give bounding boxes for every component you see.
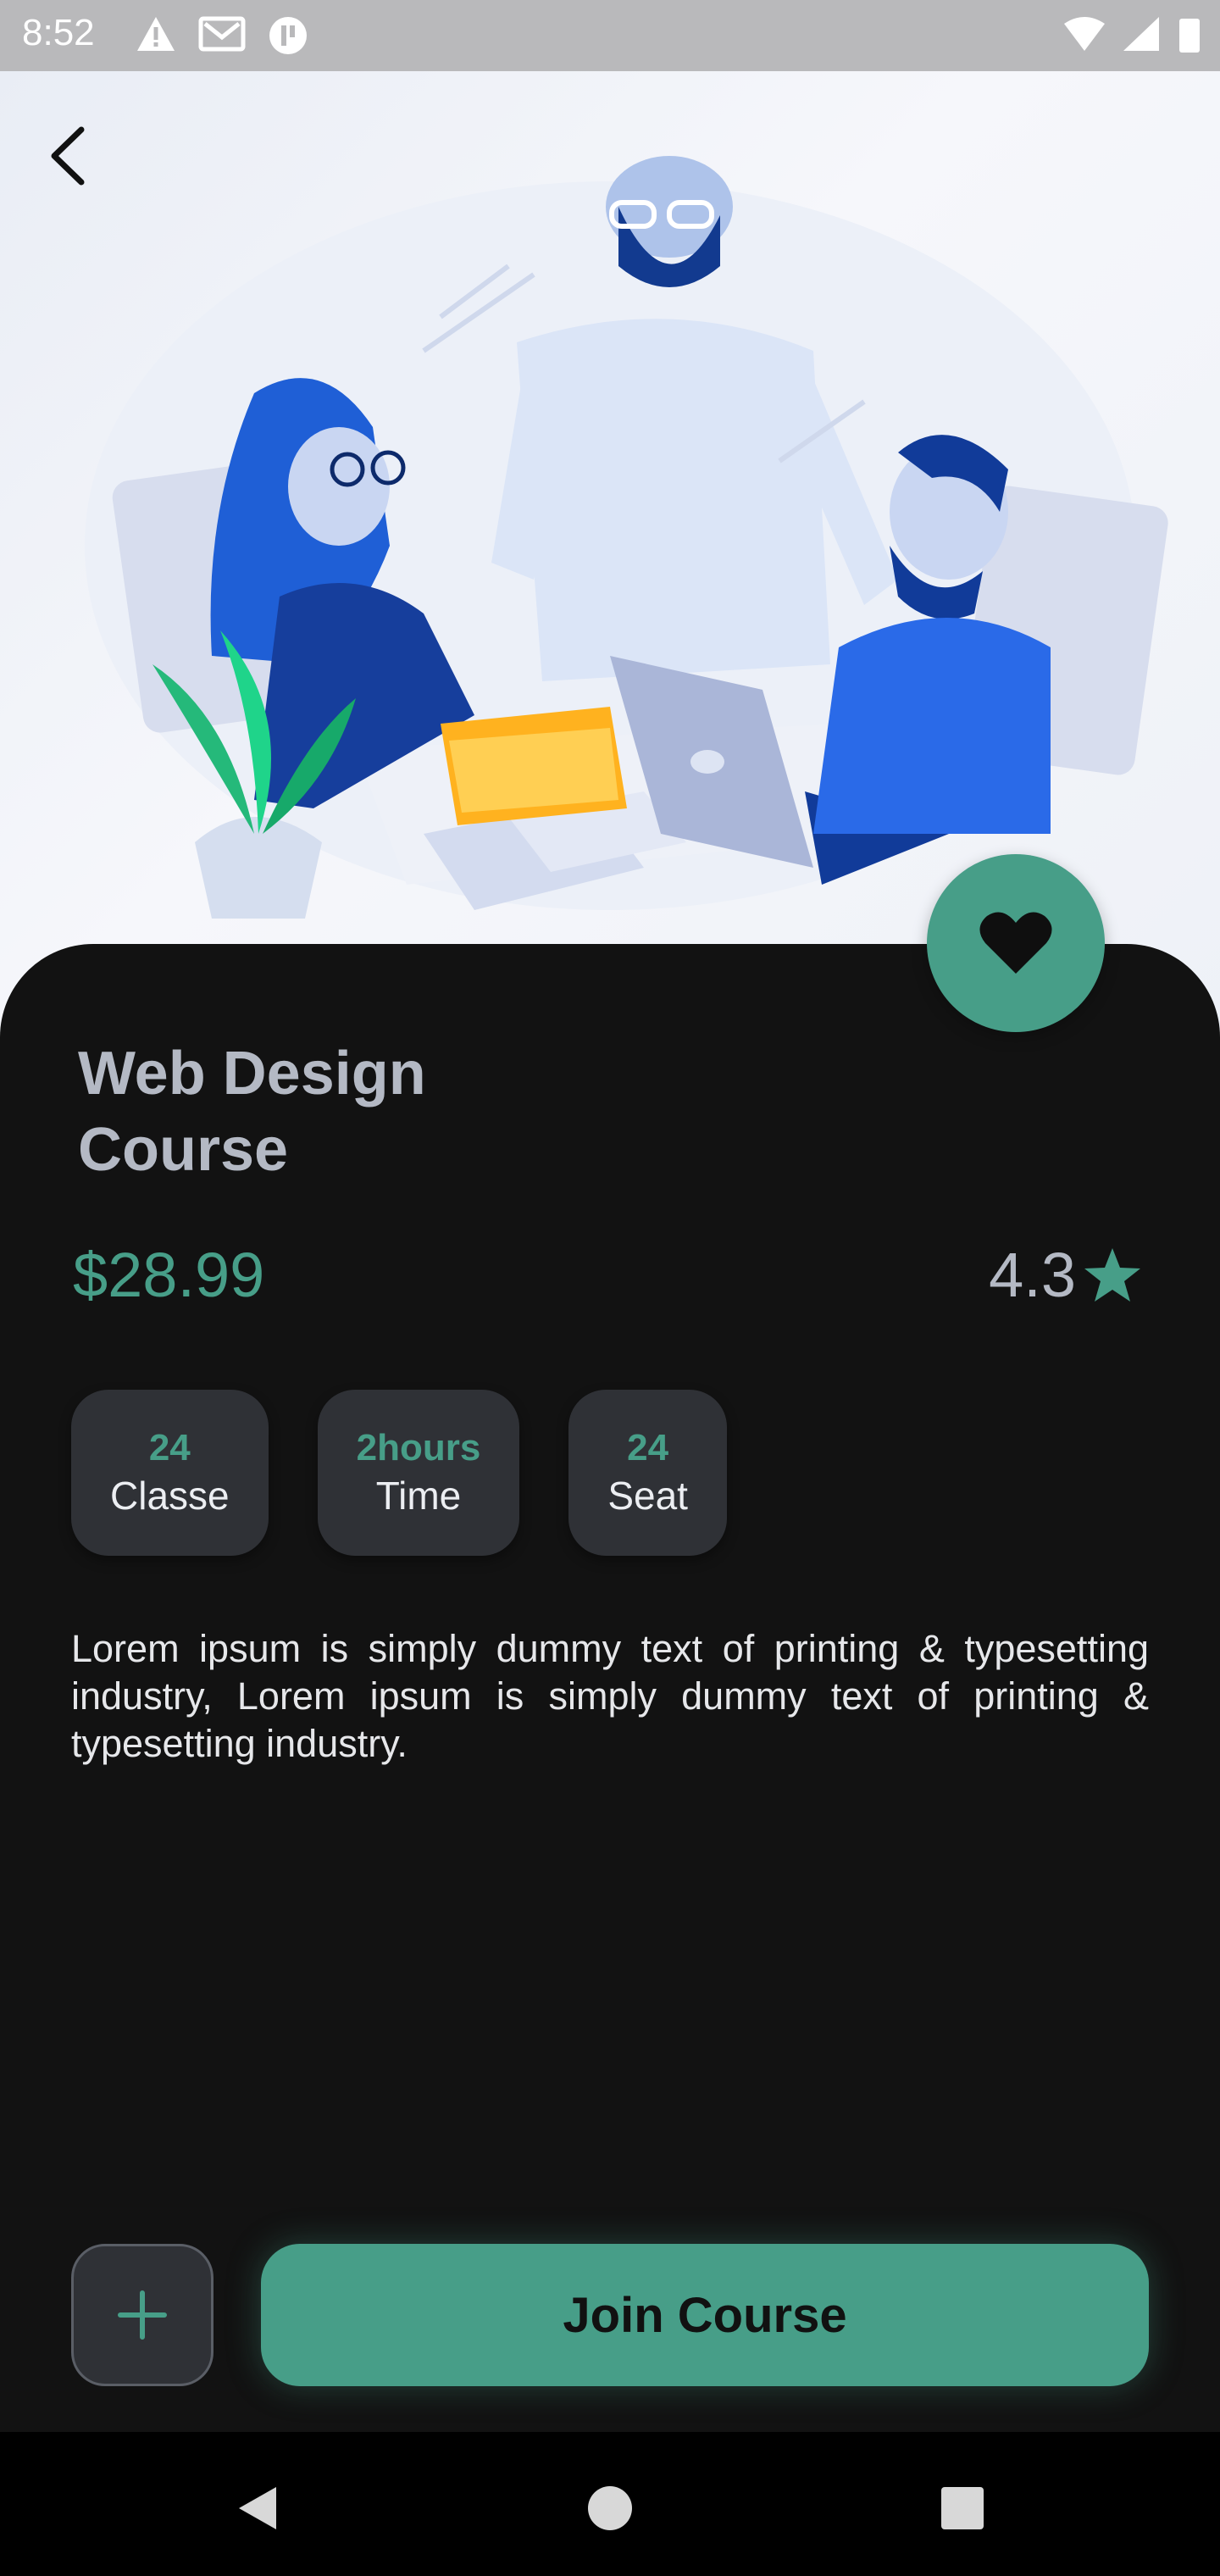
plus-icon (118, 2290, 167, 2340)
mail-icon (198, 16, 246, 52)
stat-value: 2hours (356, 1427, 481, 1468)
stat-label: Classe (110, 1474, 230, 1518)
stat-value: 24 (148, 1427, 191, 1468)
status-time: 8:52 (22, 12, 95, 53)
join-course-button[interactable]: Join Course (261, 2244, 1149, 2386)
nav-home-button[interactable] (583, 2481, 637, 2535)
star-icon (1084, 1247, 1140, 1302)
course-price: $28.99 (73, 1240, 265, 1310)
nav-recents-button[interactable] (935, 2481, 990, 2535)
warning-icon (137, 17, 175, 51)
course-stats: 24 Classe 2hours Time 24 Seat (71, 1390, 727, 1556)
chevron-left-icon (51, 126, 85, 186)
wifi-icon (1064, 17, 1105, 51)
favorite-button[interactable] (927, 854, 1105, 1032)
status-bar: 8:52 (0, 0, 1220, 71)
app-notification-icon (269, 17, 307, 54)
heart-icon (979, 912, 1052, 974)
stat-card-seats: 24 Seat (568, 1390, 727, 1556)
status-icons-left (136, 15, 308, 56)
course-rating: 4.3 (989, 1239, 1142, 1311)
stat-value: 24 (627, 1427, 669, 1468)
back-button[interactable] (34, 122, 102, 190)
battery-icon (1179, 19, 1200, 53)
nav-back-button[interactable] (230, 2481, 285, 2535)
rating-value: 4.3 (989, 1240, 1076, 1310)
stat-label: Time (375, 1474, 462, 1518)
add-button[interactable] (71, 2244, 214, 2386)
course-title: Web Design Course (78, 1040, 426, 1184)
back-triangle-icon (239, 2487, 276, 2529)
recents-square-icon (941, 2487, 984, 2529)
home-circle-icon (588, 2486, 632, 2530)
status-icons-right (1062, 15, 1203, 54)
course-description: Lorem ipsum is simply dummy text of prin… (71, 1627, 1149, 1765)
stat-card-classes: 24 Classe (71, 1390, 269, 1556)
signal-icon (1123, 17, 1159, 51)
stat-card-time: 2hours Time (317, 1390, 520, 1556)
stat-label: Seat (607, 1474, 688, 1518)
